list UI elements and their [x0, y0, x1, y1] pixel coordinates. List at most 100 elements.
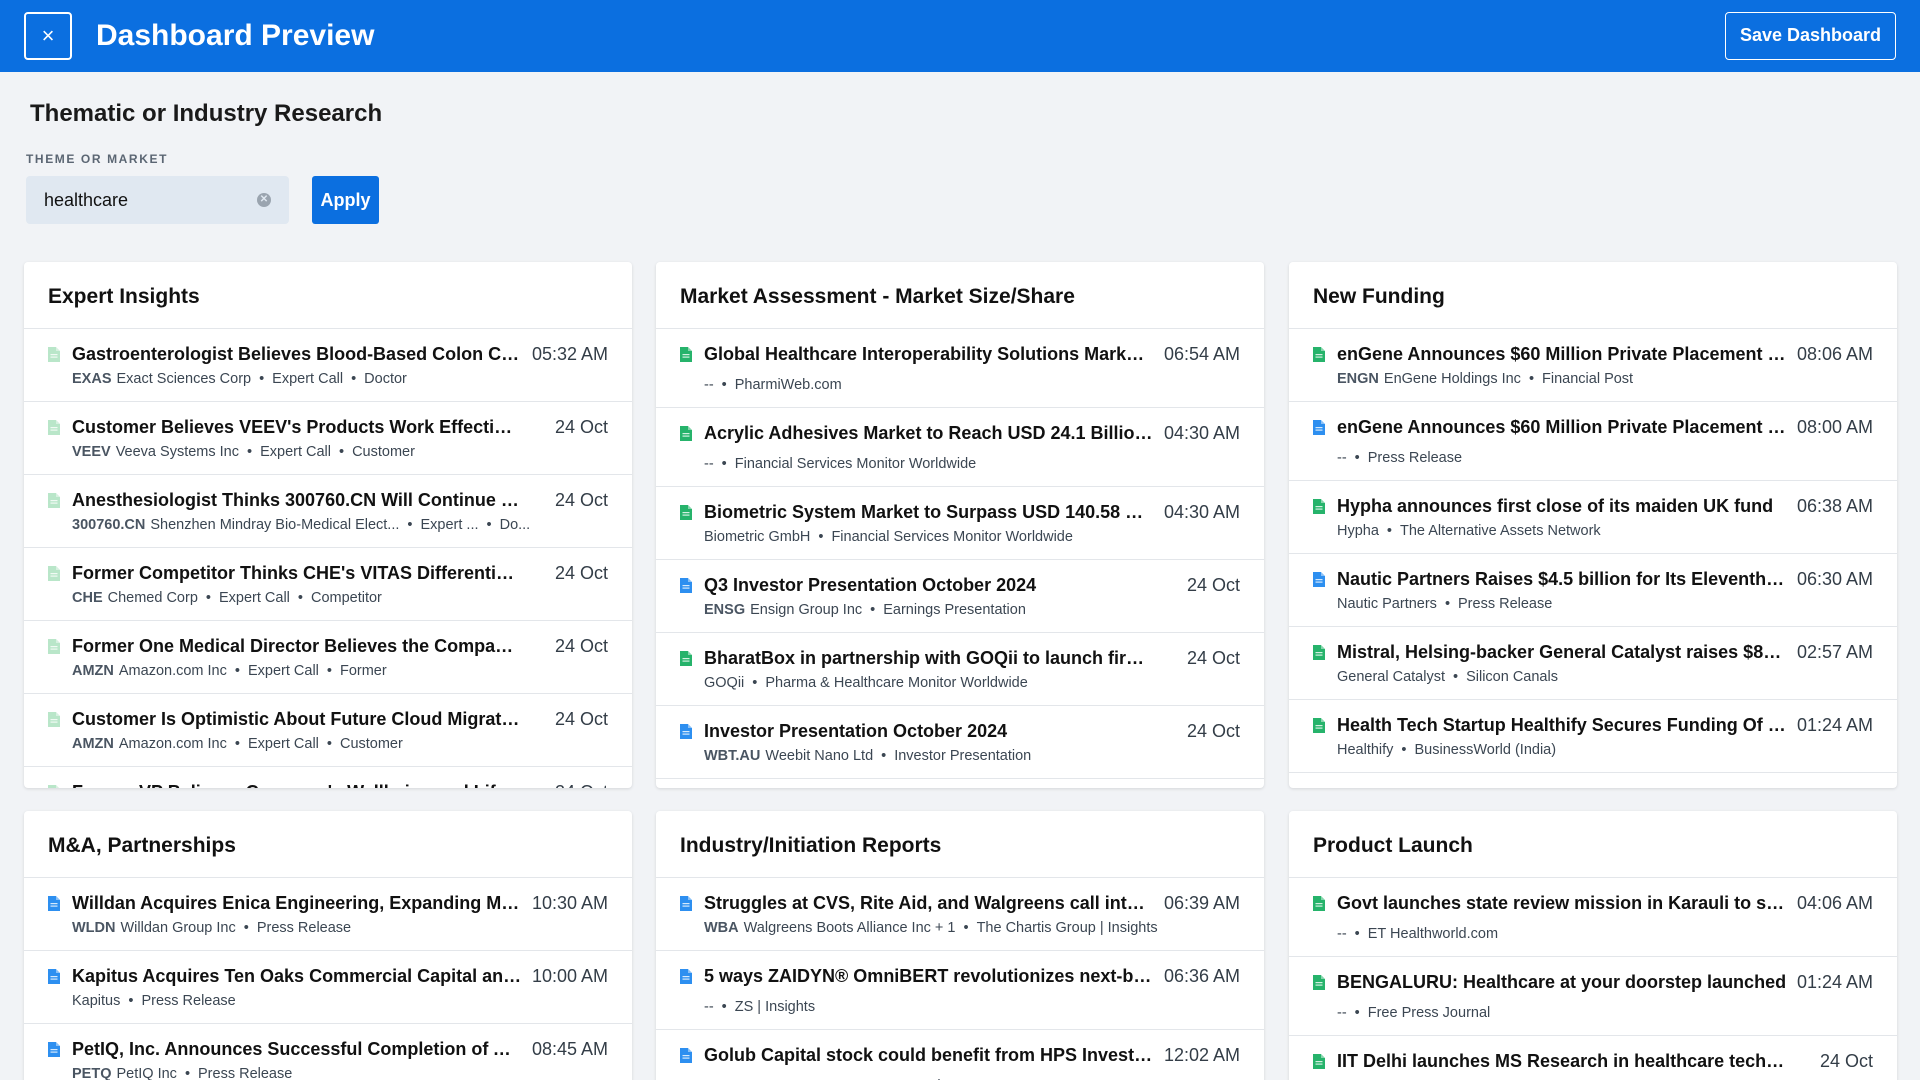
clear-icon[interactable]: ✕: [257, 193, 271, 207]
meta-value: EnGene Holdings Inc: [1383, 371, 1521, 387]
ticker-label[interactable]: ENSG: [704, 602, 745, 618]
ticker-label[interactable]: AMZN: [72, 663, 114, 679]
ticker-label[interactable]: ENGN: [1337, 371, 1379, 387]
document-icon: [48, 420, 60, 435]
meta-value: GOQii: [704, 675, 745, 691]
item-title[interactable]: IIT Delhi launches MS Research in health…: [1337, 1050, 1787, 1072]
item-title[interactable]: Anesthesiologist Thinks 300760.CN Will C…: [72, 489, 522, 511]
list-item[interactable]: Kapitus Acquires Ten Oaks Commercial Cap…: [24, 951, 632, 1024]
card-title: New Funding: [1289, 262, 1897, 329]
item-meta: Nautic Partners • Press Release: [1337, 595, 1807, 613]
item-meta: -- • ET Healthworld.com: [1337, 925, 1807, 943]
list-item[interactable]: Customer Is Optimistic About Future Clou…: [24, 694, 632, 767]
meta-value: Willdan Group Inc: [120, 920, 236, 936]
list-item[interactable]: Willdan Acquires Enica Engineering, Expa…: [24, 878, 632, 951]
item-title[interactable]: Nautic Partners Raises $4.5 billion for …: [1337, 568, 1787, 590]
list-item[interactable]: BENGALURU: Healthcare at your doorstep l…: [1289, 957, 1897, 1036]
list-item[interactable]: Former VP Believes Company's Wellbeing a…: [24, 767, 632, 788]
document-icon: [680, 426, 692, 441]
item-title[interactable]: Investor Presentation October 2024: [704, 720, 1154, 742]
item-title[interactable]: Global Healthcare Interoperability Solut…: [704, 343, 1154, 365]
ticker-label[interactable]: WBA: [704, 920, 739, 936]
item-time: 08:45 AM: [531, 1039, 608, 1059]
list-item[interactable]: enGene Announces $60 Million Private Pla…: [1289, 329, 1897, 402]
meta-separator: •: [184, 1066, 191, 1080]
list-item[interactable]: Former One Medical Director Believes the…: [24, 621, 632, 694]
ticker-label[interactable]: VEEV: [72, 444, 111, 460]
list-item[interactable]: Mistral, Helsing-backer General Catalyst…: [1289, 627, 1897, 700]
item-title[interactable]: BENGALURU: Healthcare at your doorstep l…: [1337, 971, 1787, 993]
list-item[interactable]: Investor Presentation October 2024 24 Oct…: [656, 706, 1264, 779]
item-title[interactable]: Former VP Believes Company's Wellbeing a…: [72, 781, 522, 788]
item-title[interactable]: Mistral, Helsing-backer General Catalyst…: [1337, 641, 1787, 663]
item-title[interactable]: Q3 Investor Presentation October 2024: [704, 574, 1154, 596]
item-title[interactable]: enGene Announces $60 Million Private Pla…: [1337, 416, 1787, 438]
list-item[interactable]: 5 ways ZAIDYN® OmniBERT revolutionizes n…: [656, 951, 1264, 1030]
list-item[interactable]: Biometric System Market to Surpass USD 1…: [656, 487, 1264, 560]
item-title[interactable]: Health Tech Startup Healthify Secures Fu…: [1337, 714, 1787, 736]
meta-value: Financial Post: [1542, 371, 1634, 387]
item-meta: ENSG Ensign Group Inc • Earnings Presentati…: [704, 601, 1174, 619]
item-title[interactable]: Former Competitor Thinks CHE's VITAS Dif…: [72, 562, 522, 584]
meta-value: ET Healthworld.com: [1367, 926, 1499, 942]
item-title[interactable]: 5 ways ZAIDYN® OmniBERT revolutionizes n…: [704, 965, 1154, 987]
item-title[interactable]: Govt launches state review mission in Ka…: [1337, 892, 1787, 914]
ticker-label[interactable]: 300760.CN: [72, 517, 145, 533]
section-title: Thematic or Industry Research: [30, 100, 383, 127]
ticker-label[interactable]: AMZN: [72, 736, 114, 752]
item-title[interactable]: Golub Capital stock could benefit from H…: [704, 1044, 1154, 1066]
ticker-label[interactable]: WLDN: [72, 920, 116, 936]
save-dashboard-button[interactable]: Save Dashboard: [1724, 12, 1896, 60]
item-title[interactable]: enGene Announces $60 Million Private Pla…: [1337, 343, 1787, 365]
item-title[interactable]: Hypha announces first close of its maide…: [1337, 495, 1787, 517]
item-title[interactable]: Struggles at CVS, Rite Aid, and Walgreen…: [704, 892, 1154, 914]
ticker-label[interactable]: EXAS: [72, 371, 112, 387]
list-item[interactable]: Gastroenterologist Believes Blood-Based …: [24, 329, 632, 402]
item-title[interactable]: Kapitus Acquires Ten Oaks Commercial Cap…: [72, 965, 522, 987]
document-icon: [1313, 572, 1325, 587]
document-icon: [48, 493, 60, 508]
list-item[interactable]: BharatBox in partnership with GOQii to l…: [656, 633, 1264, 706]
list-item[interactable]: enGene Announces $60 Million Private Pla…: [1289, 402, 1897, 481]
list-item[interactable]: Hypha announces first close of its maide…: [1289, 481, 1897, 554]
meta-value: BusinessWorld (India): [1414, 742, 1557, 758]
item-time: 01:24 AM: [1796, 715, 1873, 735]
ticker-label[interactable]: PETQ: [72, 1066, 111, 1080]
item-time: 04:30 AM: [1163, 423, 1240, 443]
list-item[interactable]: Former Competitor Thinks CHE's VITAS Dif…: [24, 548, 632, 621]
list-item[interactable]: Acrylic Adhesives Market to Reach USD 24…: [656, 408, 1264, 487]
item-title[interactable]: Gastroenterologist Believes Blood-Based …: [72, 343, 522, 365]
list-item[interactable]: Struggles at CVS, Rite Aid, and Walgreen…: [656, 878, 1264, 951]
meta-value: --: [704, 999, 714, 1015]
item-title[interactable]: Acrylic Adhesives Market to Reach USD 24…: [704, 422, 1154, 444]
close-button[interactable]: ×: [24, 12, 72, 60]
item-meta: -- • ZS | Insights: [704, 998, 1174, 1016]
meta-value: Ensign Group Inc: [750, 602, 863, 618]
list-item[interactable]: Govt launches state review mission in Ka…: [1289, 878, 1897, 957]
item-title[interactable]: Former One Medical Director Believes the…: [72, 635, 522, 657]
theme-input[interactable]: [26, 176, 256, 224]
list-item[interactable]: Anesthesiologist Thinks 300760.CN Will C…: [24, 475, 632, 548]
item-title[interactable]: Willdan Acquires Enica Engineering, Expa…: [72, 892, 522, 914]
list-item[interactable]: Health Tech Startup Healthify Secures Fu…: [1289, 700, 1897, 773]
list-item[interactable]: Global Healthcare Interoperability Solut…: [656, 329, 1264, 408]
item-title[interactable]: Customer Is Optimistic About Future Clou…: [72, 708, 522, 730]
meta-separator: •: [752, 675, 758, 691]
ticker-label[interactable]: WBT.AU: [704, 748, 760, 764]
list-item[interactable]: PetIQ, Inc. Announces Successful Complet…: [24, 1024, 632, 1080]
list-item[interactable]: IIT Delhi launches MS Research in health…: [1289, 1036, 1897, 1080]
item-time: 24 Oct: [1186, 575, 1240, 595]
item-title[interactable]: BharatBox in partnership with GOQii to l…: [704, 647, 1154, 669]
list-item[interactable]: Golub Capital stock could benefit from H…: [656, 1030, 1264, 1080]
ticker-label[interactable]: CHE: [72, 590, 103, 606]
item-title[interactable]: Customer Believes VEEV's Products Work E…: [72, 416, 522, 438]
list-item[interactable]: Nautic Partners Raises $4.5 billion for …: [1289, 554, 1897, 627]
apply-button[interactable]: Apply: [312, 176, 379, 224]
item-title[interactable]: Biometric System Market to Surpass USD 1…: [704, 501, 1154, 523]
meta-value: Pharma & Healthcare Monitor Worldwide: [765, 675, 1028, 691]
item-title[interactable]: PetIQ, Inc. Announces Successful Complet…: [72, 1038, 522, 1060]
list-item[interactable]: Q3 Investor Presentation October 2024 24 …: [656, 560, 1264, 633]
item-time: 12:02 AM: [1163, 1045, 1240, 1065]
list-item[interactable]: Customer Believes VEEV's Products Work E…: [24, 402, 632, 475]
meta-value: Weebit Nano Ltd: [765, 748, 874, 764]
